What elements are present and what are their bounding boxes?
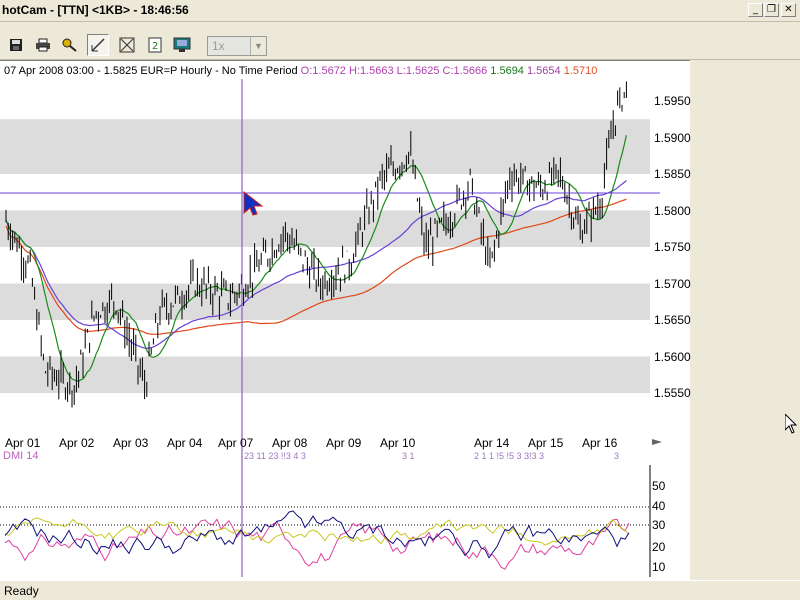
y-tick-label: 1.5650: [654, 313, 691, 327]
minimize-button[interactable]: _: [748, 3, 763, 17]
y-tick-label: 1.5950: [654, 94, 691, 108]
price-band: [0, 119, 650, 156]
trade-marks: 3: [614, 451, 620, 461]
y-tick-label: 1.5600: [654, 350, 691, 364]
y-tick-label: 1.5850: [654, 167, 691, 181]
svg-text:2: 2: [152, 41, 158, 52]
x-tick-label: Apr 15: [528, 436, 564, 450]
draw-line-icon[interactable]: [87, 34, 109, 56]
x-tick-label: Apr 04: [167, 436, 203, 450]
trade-marks: 23 11 23 !!3 4 3: [244, 451, 306, 461]
osc-tick-label: 10: [652, 560, 666, 574]
x-tick-label: Apr 01: [5, 436, 41, 450]
key-icon[interactable]: [59, 34, 81, 56]
page-icon[interactable]: 2: [144, 34, 166, 56]
toolbar: 2 1x ▼: [0, 23, 800, 60]
y-tick-label: 1.5800: [654, 204, 691, 218]
restore-button[interactable]: ❐: [764, 3, 779, 17]
x-tick-label: Apr 14: [474, 436, 510, 450]
y-tick-label: 1.5900: [654, 131, 691, 145]
status-text: Ready: [4, 584, 39, 598]
trade-marks: 2 1 1 !5 !5 3 3!3 3: [474, 451, 545, 461]
x-tick-label: Apr 10: [380, 436, 416, 450]
fit-icon[interactable]: [116, 34, 138, 56]
x-tick-label: Apr 03: [113, 436, 149, 450]
y-tick-label: 1.5550: [654, 386, 691, 400]
zoom-value: 1x: [212, 39, 225, 53]
dmi-plus-line: [4, 518, 630, 570]
y-tick-label: 1.5750: [654, 240, 691, 254]
dmi-indicator-label: DMI 14: [3, 450, 39, 462]
x-tick-label: Apr 02: [59, 436, 95, 450]
app-window: hotCam - [TTN] <1KB> - 18:46:56 _ ❐ ✕ 2 …: [0, 0, 800, 600]
price-band: [0, 210, 650, 247]
print-icon[interactable]: [32, 34, 54, 56]
status-bar: Ready: [0, 580, 800, 600]
osc-tick-label: 30: [652, 518, 666, 532]
zoom-select[interactable]: 1x ▼: [207, 36, 267, 56]
x-tick-label: Apr 07: [218, 436, 254, 450]
price-band: [0, 356, 650, 393]
chart-panel[interactable]: 07 Apr 2008 03:00 - 1.5825 EUR=P Hourly …: [0, 60, 691, 581]
osc-tick-label: 50: [652, 479, 666, 493]
close-button[interactable]: ✕: [781, 3, 796, 17]
osc-tick-label: 40: [652, 499, 666, 513]
x-tick-label: Apr 09: [326, 436, 362, 450]
moving-average-purple: [5, 180, 627, 350]
save-icon[interactable]: [5, 34, 27, 56]
window-title: hotCam - [TTN] <1KB> - 18:46:56: [2, 3, 189, 17]
x-tick-label: Apr 08: [272, 436, 308, 450]
y-tick-label: 1.5700: [654, 277, 691, 291]
scroll-right-icon: [652, 439, 662, 445]
trade-marks: 3 1: [402, 451, 415, 461]
chevron-down-icon[interactable]: ▼: [250, 37, 266, 55]
mouse-cursor-icon: [784, 412, 798, 439]
x-tick-label: Apr 16: [582, 436, 618, 450]
price-chart[interactable]: [0, 61, 690, 581]
title-bar[interactable]: hotCam - [TTN] <1KB> - 18:46:56 _ ❐ ✕: [0, 0, 800, 22]
osc-tick-label: 20: [652, 540, 666, 554]
monitor-icon[interactable]: [171, 34, 193, 56]
